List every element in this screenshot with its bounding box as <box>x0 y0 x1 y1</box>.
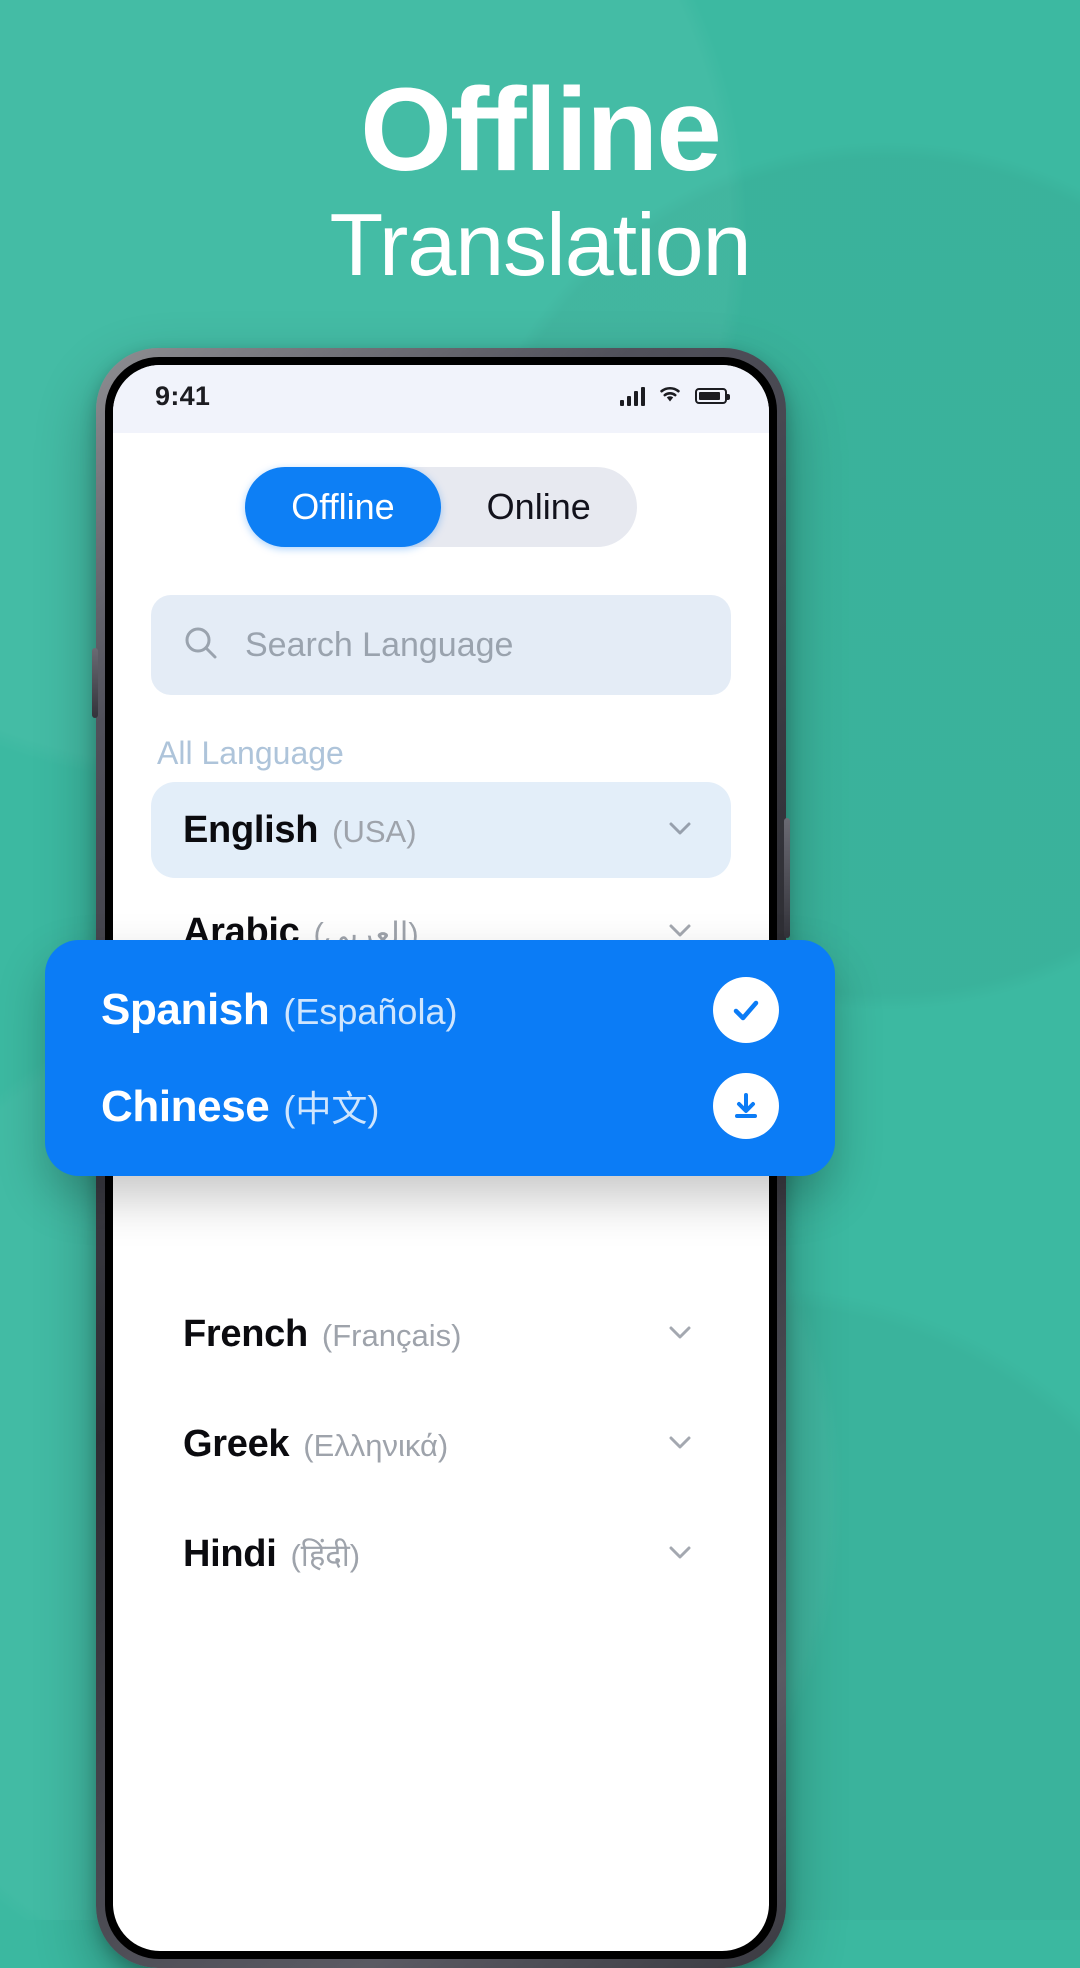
mode-toggle: Offline Online <box>113 433 769 547</box>
tab-offline[interactable]: Offline <box>245 467 441 547</box>
hero-title-line2: Translation <box>329 195 751 295</box>
status-time: 9:41 <box>155 380 211 411</box>
battery-icon <box>695 388 730 404</box>
card-language-label: Chinese (中文) <box>101 1082 380 1131</box>
card-language-label: Spanish (Española) <box>101 985 458 1034</box>
search-bar[interactable]: Search Language <box>151 595 731 695</box>
card-row-spanish[interactable]: Spanish (Española) <box>45 962 835 1058</box>
chevron-down-icon[interactable] <box>661 809 699 852</box>
wifi-icon <box>657 384 683 409</box>
tab-online[interactable]: Online <box>441 467 637 547</box>
chevron-down-icon[interactable] <box>661 1313 699 1356</box>
mode-toggle-track: Offline Online <box>245 467 637 547</box>
language-label: Hindi (हिंदी) <box>183 1532 361 1575</box>
language-label: English (USA) <box>183 808 417 851</box>
selected-languages-card: Spanish (Española) Chinese (中文) <box>45 940 835 1176</box>
card-row-chinese[interactable]: Chinese (中文) <box>45 1058 835 1154</box>
cellular-signal-icon <box>620 386 645 406</box>
search-icon <box>181 623 221 668</box>
language-row-french[interactable]: French (Français) <box>151 1286 731 1382</box>
power-button[interactable] <box>784 818 790 938</box>
language-list: English (USA) Arabic (العربي) French (Fr… <box>113 782 769 1602</box>
status-icons <box>620 384 730 409</box>
status-bar: 9:41 <box>113 365 769 433</box>
search-input[interactable]: Search Language <box>245 626 513 665</box>
language-label: Greek (Ελληνικά) <box>183 1422 449 1465</box>
download-icon[interactable] <box>713 1073 779 1139</box>
language-row-english[interactable]: English (USA) <box>151 782 731 878</box>
row-gap <box>151 1498 731 1506</box>
volume-button[interactable] <box>92 648 98 718</box>
language-row-greek[interactable]: Greek (Ελληνικά) <box>151 1396 731 1492</box>
hero-title-line1: Offline <box>360 64 722 196</box>
chevron-down-icon[interactable] <box>661 1533 699 1576</box>
check-icon[interactable] <box>713 977 779 1043</box>
hero-headline: Offline Translation <box>0 70 1080 296</box>
all-language-label: All Language <box>157 735 344 771</box>
chevron-down-icon[interactable] <box>661 1423 699 1466</box>
language-row-hindi[interactable]: Hindi (हिंदी) <box>151 1506 731 1602</box>
row-gap <box>151 1388 731 1396</box>
language-label: French (Français) <box>183 1312 462 1355</box>
